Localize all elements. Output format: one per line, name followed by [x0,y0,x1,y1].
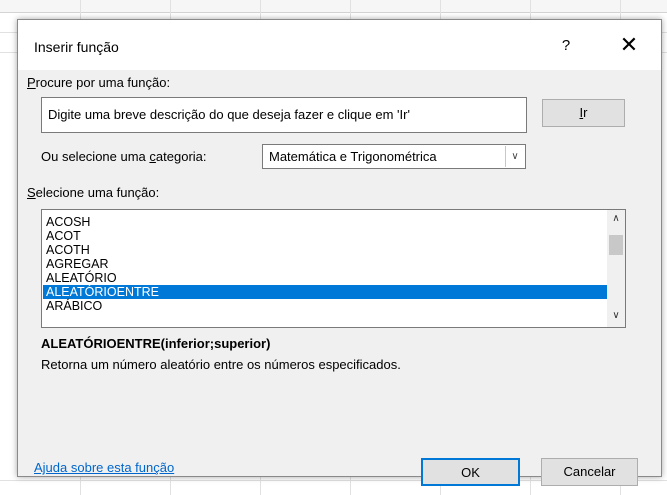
category-selected-value: Matemática e Trigonométrica [269,149,437,164]
category-select[interactable]: Matemática e Trigonométrica ∨ [262,144,526,169]
function-description: Retorna um número aleatório entre os núm… [41,357,401,372]
close-icon[interactable]: ✕ [614,31,644,59]
function-list-label-accesskey: S [27,185,36,200]
dialog-title: Inserir função [34,39,119,55]
cancel-button[interactable]: Cancelar [541,458,638,486]
list-item[interactable]: ALEATÓRIO [43,271,607,285]
function-listbox[interactable]: ACOSH ACOT ACOTH AGREGAR ALEATÓRIO ALEAT… [41,209,626,328]
list-item[interactable]: ACOSH [43,215,607,229]
list-scrollbar[interactable]: ∧ ∨ [607,210,625,327]
go-button[interactable]: Ir [542,99,625,127]
category-label-rest: ategoria: [155,149,207,164]
list-item[interactable]: ACOT [43,229,607,243]
chevron-down-icon[interactable]: ∨ [607,310,625,322]
search-label-text: rocure por uma função: [35,75,171,90]
help-button[interactable]: ? [553,33,579,59]
category-label: Ou selecione uma categoria: [41,149,207,164]
chevron-down-icon[interactable]: ∨ [505,146,524,167]
insert-function-dialog: Inserir função ? ✕ Procure por uma funçã… [17,19,662,486]
ok-button[interactable]: OK [421,458,520,486]
list-item[interactable]: ACOTH [43,243,607,257]
go-button-label: r [583,105,588,120]
category-label-prefix: Ou selecione uma [41,149,150,164]
search-label: Procure por uma função: [27,75,170,90]
list-item-selected[interactable]: ALEATÓRIOENTRE [43,285,607,299]
dialog-titlebar: Inserir função ? ✕ [18,20,661,70]
function-signature: ALEATÓRIOENTRE(inferior;superior) [41,336,271,351]
function-list-label-text: elecione uma função: [35,185,160,200]
chevron-up-icon[interactable]: ∧ [607,213,625,225]
search-label-accesskey: P [27,75,36,90]
list-item[interactable]: AGREGAR [43,257,607,271]
search-input[interactable]: Digite uma breve descrição do que deseja… [41,97,527,133]
list-item[interactable]: ARÁBICO [43,299,607,313]
column-header-bar [0,0,667,13]
help-link[interactable]: Ajuda sobre esta função [34,460,174,475]
scroll-thumb[interactable] [609,235,623,255]
function-list-label: Selecione uma função: [27,185,159,200]
